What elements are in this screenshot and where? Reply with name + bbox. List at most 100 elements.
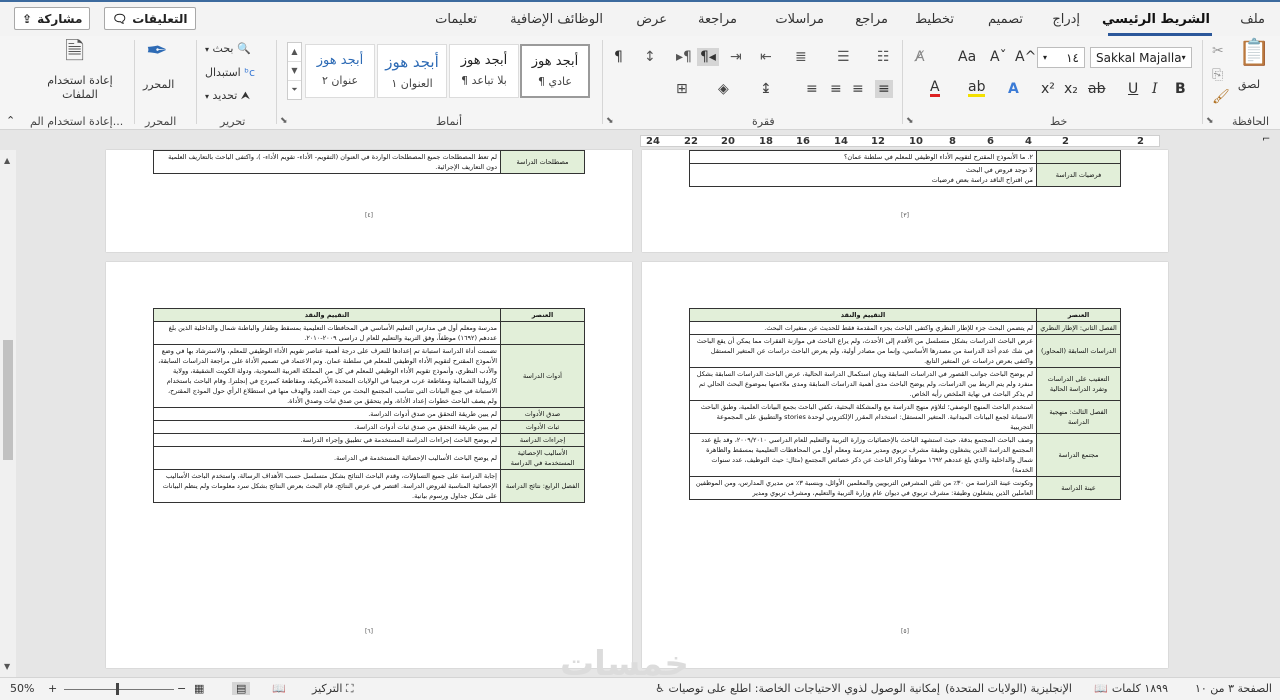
tab-file[interactable]: ملف (1240, 12, 1265, 27)
subscript-button[interactable]: x₂ (1064, 80, 1078, 98)
decrease-indent-icon[interactable]: ⇤ (760, 48, 772, 66)
copy-icon[interactable]: ⎘ (1212, 66, 1223, 84)
collapse-ribbon-icon[interactable]: ⌃ (6, 112, 15, 130)
highlight-icon[interactable]: ab (968, 80, 986, 97)
superscript-button[interactable]: x² (1041, 80, 1055, 98)
paste-label[interactable]: لصق (1238, 76, 1260, 94)
page-count[interactable]: الصفحة ٣ من ١٠ (1195, 682, 1272, 695)
table-row: مجتمع الدراسة وصف الباحث المجتمع بدقة، حي… (689, 433, 1121, 477)
tab-mailings[interactable]: مراسلات (775, 12, 824, 27)
sort-icon[interactable]: ↕ (644, 48, 656, 66)
replace-button[interactable]: استبدال ᵇc (205, 64, 255, 82)
multilevel-list-icon[interactable]: ≣ (795, 48, 807, 66)
zoom-level[interactable]: 50% (10, 682, 34, 695)
font-color-icon[interactable]: A (930, 80, 940, 97)
scroll-down-icon[interactable]: ▼ (4, 662, 10, 671)
language-indicator[interactable]: الإنجليزية (الولايات المتحدة) (945, 682, 1072, 695)
tab-insert[interactable]: إدراج (1052, 12, 1080, 27)
tab-review[interactable]: مراجعة (698, 12, 737, 27)
read-mode-icon[interactable]: 📖 (272, 682, 286, 695)
align-center-icon[interactable]: ≡ (852, 80, 864, 98)
group-separator (602, 40, 603, 124)
editor-button-label[interactable]: المحرر (143, 76, 174, 94)
style-heading-2[interactable]: أبجد هوز عنوان ٢ (305, 44, 375, 98)
tab-view[interactable]: عرض (636, 12, 667, 27)
align-right-icon[interactable]: ≡ (875, 80, 893, 98)
tab-addins[interactable]: الوظائف الإضافية (510, 12, 603, 27)
replace-icon: ᵇc (244, 66, 255, 79)
word-count[interactable]: ١٨٩٩ كلمات (1112, 682, 1168, 695)
align-left-icon[interactable]: ≡ (830, 80, 842, 98)
ltr-direction-icon[interactable]: ▸¶ (676, 48, 692, 66)
page-3[interactable]: ٢. ما الأنموذج المقترح لتقويم الأداء الو… (642, 150, 1168, 252)
styles-gallery-scroll[interactable]: ▲ ▼ ⏷ (287, 42, 302, 100)
numbering-icon[interactable]: ☰ (837, 48, 850, 66)
tab-design[interactable]: تصميم (988, 12, 1023, 27)
font-launcher-icon[interactable]: ⬊ (906, 116, 914, 126)
style-heading-1[interactable]: أبجد هوز العنوان ١ (377, 44, 447, 98)
show-marks-icon[interactable]: ¶ (614, 48, 623, 66)
editor-group-label: المحرر (145, 115, 177, 128)
clear-formatting-icon[interactable]: A̸ (915, 48, 925, 66)
web-layout-icon[interactable]: ▦ (194, 682, 204, 695)
justify-icon[interactable]: ≡ (806, 80, 818, 98)
line-spacing-icon[interactable]: ↨ (760, 80, 772, 98)
zoom-out-icon[interactable]: + (48, 682, 57, 695)
style-normal[interactable]: أبجد هوز ¶ عادي (520, 44, 590, 98)
vertical-scrollbar[interactable]: ▲ ▼ (0, 150, 16, 677)
bold-button[interactable]: B (1175, 80, 1186, 98)
cut-icon[interactable]: ✂ (1212, 42, 1224, 60)
editor-pen-icon[interactable]: ✒ (146, 38, 168, 64)
increase-indent-icon[interactable]: ⇥ (730, 48, 742, 66)
italic-button[interactable]: I (1152, 80, 1158, 98)
paste-icon[interactable]: 📋 (1238, 40, 1270, 66)
zoom-slider[interactable] (64, 689, 174, 690)
styles-launcher-icon[interactable]: ⬊ (280, 116, 288, 126)
scroll-up-icon[interactable]: ▲ (4, 156, 10, 165)
group-separator (276, 40, 277, 124)
gallery-expand-icon[interactable]: ⏷ (288, 81, 301, 99)
style-no-spacing[interactable]: أبجد هوز ¶ بلا تباعد (449, 44, 519, 98)
paragraph-launcher-icon[interactable]: ⬊ (606, 116, 614, 126)
select-button[interactable]: ▾ تحديد ⮝ (205, 87, 250, 106)
tab-layout[interactable]: تخطيط (915, 12, 954, 27)
horizontal-ruler[interactable]: 2 2 4 6 8 10 12 14 16 18 20 22 24 ⌐ (0, 130, 1280, 150)
shrink-font-icon[interactable]: Aˇ (990, 48, 1007, 66)
page-number: [٤] (365, 212, 373, 219)
format-painter-icon[interactable]: 🖌 (1212, 88, 1230, 106)
scrollbar-thumb[interactable] (3, 340, 13, 460)
proofing-icon[interactable]: 📖 (1094, 682, 1108, 695)
chevron-down-icon[interactable]: ▼ (288, 62, 301, 81)
page-6[interactable]: العنصر التقييم والنقد مدرسة ومعلم أول في… (106, 262, 632, 668)
focus-button[interactable]: التركيز ⛶ (312, 682, 354, 696)
tab-help[interactable]: تعليمات (435, 12, 477, 27)
tab-selector-icon[interactable]: ⌐ (1262, 134, 1270, 145)
tab-references[interactable]: مراجع (855, 12, 888, 27)
reuse-files-icon[interactable]: 🗎 (65, 39, 84, 63)
font-size-field[interactable]: ١٤ ▾ (1037, 47, 1085, 68)
font-name-field[interactable]: Sakkal Majalla ▾ (1090, 47, 1192, 68)
grow-font-icon[interactable]: A^ (1015, 48, 1036, 66)
strikethrough-button[interactable]: ab (1088, 80, 1105, 98)
zoom-slider-thumb[interactable] (116, 683, 119, 695)
reuse-files-button[interactable]: إعادة استخدام الملفات (40, 74, 120, 102)
tab-home[interactable]: الشريط الرئيسي (1102, 12, 1210, 27)
accessibility-status[interactable]: ♿ إمكانية الوصول لذوي الاحتياجات الخاصة:… (655, 682, 940, 695)
print-layout-icon[interactable]: ▤ (232, 682, 251, 695)
comment-icon: 🗨 (112, 11, 128, 26)
rtl-direction-icon[interactable]: ¶◂ (697, 48, 719, 66)
text-effects-icon[interactable]: A (1008, 80, 1019, 98)
borders-icon[interactable]: ⊞ (676, 80, 688, 98)
underline-button[interactable]: U (1128, 80, 1138, 98)
shading-icon[interactable]: ◈ (718, 80, 729, 98)
change-case-icon[interactable]: Aa (958, 48, 976, 66)
chevron-up-icon[interactable]: ▲ (288, 43, 301, 62)
page-4[interactable]: مصطلحات الدراسة لم تعط المصطلحات جميع ال… (106, 150, 632, 252)
page-5[interactable]: العنصر التقييم والنقد الفصل الثاني: الإط… (642, 262, 1168, 668)
share-button[interactable]: ⇪ مشاركة (14, 7, 91, 30)
zoom-in-icon[interactable]: − (177, 682, 186, 695)
comments-button[interactable]: 🗨 التعليقات (104, 7, 196, 30)
find-button[interactable]: ▾ بحث 🔍 (205, 40, 251, 59)
bullets-icon[interactable]: ☷ (877, 48, 890, 66)
clipboard-launcher-icon[interactable]: ⬊ (1206, 116, 1214, 126)
